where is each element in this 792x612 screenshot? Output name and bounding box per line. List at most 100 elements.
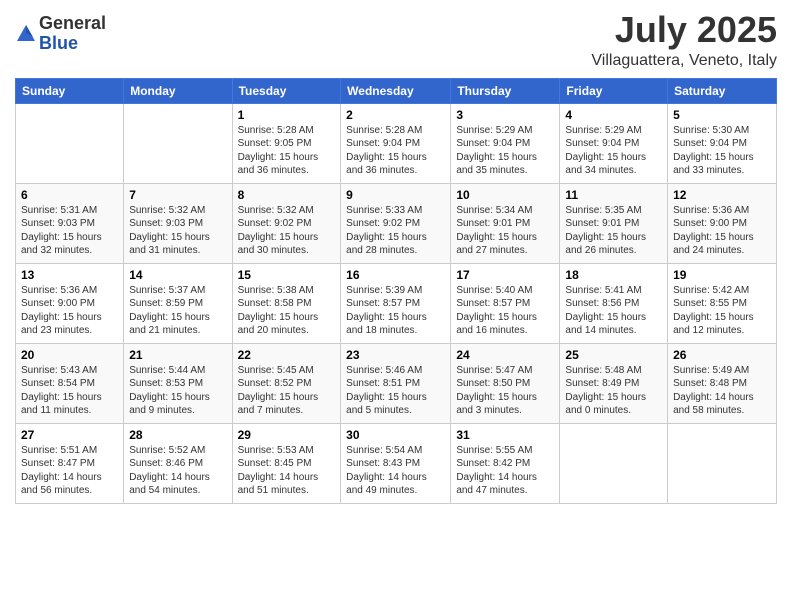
- logo-text: General Blue: [39, 14, 106, 54]
- calendar-cell: 11 Sunrise: 5:35 AMSunset: 9:01 PMDayligh…: [560, 183, 668, 263]
- day-number: 25: [565, 348, 662, 362]
- day-number: 10: [456, 188, 554, 202]
- day-number: 8: [238, 188, 336, 202]
- day-number: 27: [21, 428, 118, 442]
- day-info: Sunrise: 5:29 AMSunset: 9:04 PMDaylight:…: [565, 124, 662, 178]
- day-number: 16: [346, 268, 445, 282]
- calendar-cell: 8 Sunrise: 5:32 AMSunset: 9:02 PMDaylight…: [232, 183, 341, 263]
- day-number: 26: [673, 348, 771, 362]
- day-number: 18: [565, 268, 662, 282]
- day-info: Sunrise: 5:32 AMSunset: 9:03 PMDaylight:…: [129, 204, 226, 258]
- day-info: Sunrise: 5:52 AMSunset: 8:46 PMDaylight:…: [129, 444, 226, 498]
- day-number: 15: [238, 268, 336, 282]
- calendar-cell: 4Sunrise: 5:29 AMSunset: 9:04 PMDaylight…: [560, 103, 668, 183]
- header-monday: Monday: [124, 78, 232, 103]
- day-number: 12: [673, 188, 771, 202]
- day-number: 2: [346, 108, 445, 122]
- calendar-cell: 18 Sunrise: 5:41 AMSunset: 8:56 PMDayligh…: [560, 263, 668, 343]
- calendar-cell: 2Sunrise: 5:28 AMSunset: 9:04 PMDaylight…: [341, 103, 451, 183]
- day-number: 31: [456, 428, 554, 442]
- calendar-cell: 9Sunrise: 5:33 AMSunset: 9:02 PMDaylight…: [341, 183, 451, 263]
- day-info: Sunrise: 5:37 AMSunset: 8:59 PMDaylight:…: [129, 284, 226, 338]
- day-info: Sunrise: 5:48 AMSunset: 8:49 PMDaylight:…: [565, 364, 662, 418]
- month-title: July 2025: [591, 10, 777, 50]
- day-number: 13: [21, 268, 118, 282]
- calendar-cell: 19Sunrise: 5:42 AMSunset: 8:55 PMDayligh…: [668, 263, 777, 343]
- day-info: Sunrise: 5:51 AMSunset: 8:47 PMDaylight:…: [21, 444, 118, 498]
- day-number: 11: [565, 188, 662, 202]
- title-area: July 2025 Villaguattera, Veneto, Italy: [591, 10, 777, 70]
- header-saturday: Saturday: [668, 78, 777, 103]
- day-number: 21: [129, 348, 226, 362]
- calendar-cell: 6Sunrise: 5:31 AMSunset: 9:03 PMDaylight…: [16, 183, 124, 263]
- logo: General Blue: [15, 14, 106, 54]
- day-number: 17: [456, 268, 554, 282]
- day-number: 19: [673, 268, 771, 282]
- day-info: Sunrise: 5:29 AMSunset: 9:04 PMDaylight:…: [456, 124, 554, 178]
- calendar-cell: 7Sunrise: 5:32 AMSunset: 9:03 PMDaylight…: [124, 183, 232, 263]
- day-number: 24: [456, 348, 554, 362]
- calendar-cell: 22Sunrise: 5:45 AMSunset: 8:52 PMDayligh…: [232, 343, 341, 423]
- header-friday: Friday: [560, 78, 668, 103]
- calendar-cell: 30 Sunrise: 5:54 AMSunset: 8:43 PMDayligh…: [341, 423, 451, 503]
- calendar-cell: 3 Sunrise: 5:29 AMSunset: 9:04 PMDaylight…: [451, 103, 560, 183]
- calendar-cell: [16, 103, 124, 183]
- calendar-cell: 17 Sunrise: 5:40 AMSunset: 8:57 PMDayligh…: [451, 263, 560, 343]
- calendar-cell: 25 Sunrise: 5:48 AMSunset: 8:49 PMDayligh…: [560, 343, 668, 423]
- header-tuesday: Tuesday: [232, 78, 341, 103]
- day-number: 29: [238, 428, 336, 442]
- day-info: Sunrise: 5:44 AMSunset: 8:53 PMDaylight:…: [129, 364, 226, 418]
- calendar-cell: 1 Sunrise: 5:28 AMSunset: 9:05 PMDaylight…: [232, 103, 341, 183]
- day-number: 28: [129, 428, 226, 442]
- calendar-cell: [560, 423, 668, 503]
- calendar-cell: [124, 103, 232, 183]
- day-info: Sunrise: 5:40 AMSunset: 8:57 PMDaylight:…: [456, 284, 554, 338]
- calendar-week-5: 27 Sunrise: 5:51 AMSunset: 8:47 PMDayligh…: [16, 423, 777, 503]
- calendar-cell: 28 Sunrise: 5:52 AMSunset: 8:46 PMDayligh…: [124, 423, 232, 503]
- logo-icon: [15, 23, 37, 45]
- day-info: Sunrise: 5:30 AMSunset: 9:04 PMDaylight:…: [673, 124, 771, 178]
- calendar-cell: 13Sunrise: 5:36 AMSunset: 9:00 PMDayligh…: [16, 263, 124, 343]
- day-info: Sunrise: 5:55 AMSunset: 8:42 PMDaylight:…: [456, 444, 554, 498]
- calendar-cell: 15 Sunrise: 5:38 AMSunset: 8:58 PMDayligh…: [232, 263, 341, 343]
- day-info: Sunrise: 5:28 AMSunset: 9:05 PMDaylight:…: [238, 124, 336, 178]
- day-number: 20: [21, 348, 118, 362]
- calendar-cell: 24 Sunrise: 5:47 AMSunset: 8:50 PMDayligh…: [451, 343, 560, 423]
- day-number: 9: [346, 188, 445, 202]
- header-wednesday: Wednesday: [341, 78, 451, 103]
- calendar-cell: 14 Sunrise: 5:37 AMSunset: 8:59 PMDayligh…: [124, 263, 232, 343]
- day-number: 30: [346, 428, 445, 442]
- day-number: 14: [129, 268, 226, 282]
- calendar-cell: 21 Sunrise: 5:44 AMSunset: 8:53 PMDayligh…: [124, 343, 232, 423]
- calendar-page: General Blue July 2025 Villaguattera, Ve…: [0, 0, 792, 612]
- calendar-cell: 5Sunrise: 5:30 AMSunset: 9:04 PMDaylight…: [668, 103, 777, 183]
- calendar-cell: 26 Sunrise: 5:49 AMSunset: 8:48 PMDayligh…: [668, 343, 777, 423]
- calendar-table: Sunday Monday Tuesday Wednesday Thursday…: [15, 78, 777, 504]
- day-info: Sunrise: 5:35 AMSunset: 9:01 PMDaylight:…: [565, 204, 662, 258]
- day-info: Sunrise: 5:49 AMSunset: 8:48 PMDaylight:…: [673, 364, 771, 418]
- day-info: Sunrise: 5:54 AMSunset: 8:43 PMDaylight:…: [346, 444, 445, 498]
- day-info: Sunrise: 5:47 AMSunset: 8:50 PMDaylight:…: [456, 364, 554, 418]
- weekday-header-row: Sunday Monday Tuesday Wednesday Thursday…: [16, 78, 777, 103]
- calendar-week-2: 6Sunrise: 5:31 AMSunset: 9:03 PMDaylight…: [16, 183, 777, 263]
- header: General Blue July 2025 Villaguattera, Ve…: [15, 10, 777, 70]
- calendar-cell: 31 Sunrise: 5:55 AMSunset: 8:42 PMDayligh…: [451, 423, 560, 503]
- calendar-cell: [668, 423, 777, 503]
- day-info: Sunrise: 5:38 AMSunset: 8:58 PMDaylight:…: [238, 284, 336, 338]
- calendar-cell: 29 Sunrise: 5:53 AMSunset: 8:45 PMDayligh…: [232, 423, 341, 503]
- day-info: Sunrise: 5:32 AMSunset: 9:02 PMDaylight:…: [238, 204, 336, 258]
- calendar-week-4: 20Sunrise: 5:43 AMSunset: 8:54 PMDayligh…: [16, 343, 777, 423]
- day-info: Sunrise: 5:53 AMSunset: 8:45 PMDaylight:…: [238, 444, 336, 498]
- logo-general: General: [39, 14, 106, 34]
- calendar-week-3: 13Sunrise: 5:36 AMSunset: 9:00 PMDayligh…: [16, 263, 777, 343]
- calendar-cell: 16 Sunrise: 5:39 AMSunset: 8:57 PMDayligh…: [341, 263, 451, 343]
- day-number: 3: [456, 108, 554, 122]
- day-info: Sunrise: 5:41 AMSunset: 8:56 PMDaylight:…: [565, 284, 662, 338]
- header-sunday: Sunday: [16, 78, 124, 103]
- day-number: 22: [238, 348, 336, 362]
- day-info: Sunrise: 5:39 AMSunset: 8:57 PMDaylight:…: [346, 284, 445, 338]
- day-number: 23: [346, 348, 445, 362]
- calendar-cell: 10Sunrise: 5:34 AMSunset: 9:01 PMDayligh…: [451, 183, 560, 263]
- day-number: 1: [238, 108, 336, 122]
- calendar-cell: 20Sunrise: 5:43 AMSunset: 8:54 PMDayligh…: [16, 343, 124, 423]
